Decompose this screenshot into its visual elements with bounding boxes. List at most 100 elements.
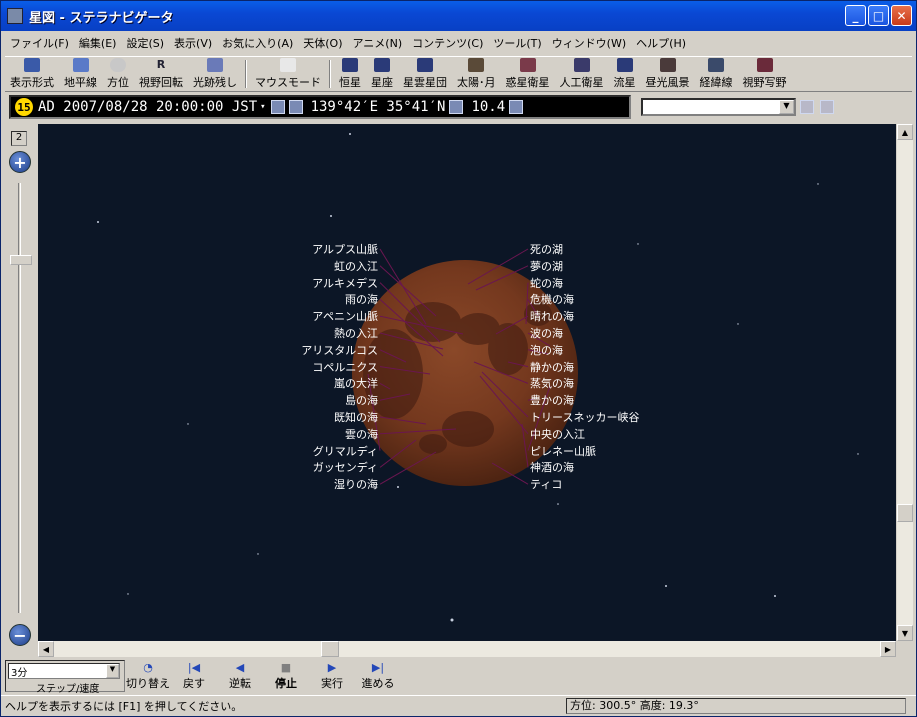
menu-animation[interactable]: アニメ(N) xyxy=(348,35,408,51)
moon-label-left-1[interactable]: 虹の入江 xyxy=(334,260,378,273)
fov-icon xyxy=(756,58,773,72)
moon-label-left-5[interactable]: 熱の入江 xyxy=(334,327,378,340)
scroll-up-icon[interactable]: ▲ xyxy=(897,124,913,140)
moon-label-right-11[interactable]: 中央の入江 xyxy=(530,428,585,441)
grid-button[interactable]: 経緯線 xyxy=(695,57,738,91)
reverse-button[interactable]: ◀ 逆転 xyxy=(217,661,263,691)
view-icon[interactable] xyxy=(449,100,464,114)
menu-settings[interactable]: 設定(S) xyxy=(121,35,169,51)
scroll-down-icon[interactable]: ▼ xyxy=(897,625,913,641)
moon-label-right-4[interactable]: 晴れの海 xyxy=(530,310,574,323)
moon-label-right-14[interactable]: ティコ xyxy=(530,478,562,491)
jump-icon[interactable] xyxy=(820,100,834,114)
moon-label-left-13[interactable]: ガッセンディ xyxy=(313,461,378,474)
moon-label-left-11[interactable]: 雲の海 xyxy=(345,428,378,441)
moon-label-right-7[interactable]: 静かの海 xyxy=(530,361,574,374)
zoom-display[interactable]: 10.4 xyxy=(471,99,505,115)
search-icon[interactable] xyxy=(800,100,814,114)
menu-favorites[interactable]: お気に入り(A) xyxy=(217,35,298,51)
menu-edit[interactable]: 編集(E) xyxy=(74,35,122,51)
nebulae-button[interactable]: 星雲星団 xyxy=(398,57,452,91)
moon-label-left-4[interactable]: アペニン山脈 xyxy=(312,310,378,323)
moon-label-left-7[interactable]: コペルニクス xyxy=(312,361,378,374)
moon-label-right-3[interactable]: 危機の海 xyxy=(530,293,574,306)
stars-button[interactable]: 恒星 xyxy=(334,57,366,91)
sky-chart-view[interactable]: アルプス山脈虹の入江アルキメデス雨の海アペニン山脈熱の入江アリスタルコスコペルニ… xyxy=(38,124,896,641)
menu-window[interactable]: ウィンドウ(W) xyxy=(547,35,631,51)
datetime-display[interactable]: AD 2007/08/28 20:00:00 JST xyxy=(38,99,257,115)
display-mode-button[interactable]: 表示形式 xyxy=(5,57,59,91)
moon-label-left-2[interactable]: アルキメデス xyxy=(312,277,378,290)
moon-label-left-9[interactable]: 島の海 xyxy=(345,394,378,407)
vertical-scroll-thumb[interactable] xyxy=(897,504,913,522)
star xyxy=(557,503,559,505)
moon-label-right-9[interactable]: 豊かの海 xyxy=(530,394,574,407)
horizon-button[interactable]: 地平線 xyxy=(59,57,102,91)
moon-label-left-14[interactable]: 湿りの海 xyxy=(334,478,378,491)
chevron-down-icon[interactable]: ▼ xyxy=(779,100,794,114)
run-button[interactable]: ▶ 実行 xyxy=(309,661,355,691)
status-position: 方位: 300.5° 高度: 19.3° xyxy=(566,698,906,714)
globe-icon[interactable] xyxy=(288,100,303,114)
stop-button[interactable]: ■ 停止 xyxy=(263,661,309,691)
menu-objects[interactable]: 天体(O) xyxy=(298,35,347,51)
zoom-out-icon[interactable]: − xyxy=(9,624,31,646)
direction-button[interactable]: 方位 xyxy=(102,57,134,91)
vertical-scrollbar[interactable]: ▲ ▼ xyxy=(896,124,913,641)
zoom-track[interactable] xyxy=(18,183,21,613)
fov-button[interactable]: 視野写野 xyxy=(738,57,792,91)
moon-label-right-0[interactable]: 死の湖 xyxy=(530,243,563,256)
satellites-button[interactable]: 人工衛星 xyxy=(555,57,609,91)
menu-file[interactable]: ファイル(F) xyxy=(5,35,74,51)
menu-view[interactable]: 表示(V) xyxy=(169,35,217,51)
moon-label-right-10[interactable]: トリースネッカー峡谷 xyxy=(530,411,639,424)
planets-button[interactable]: 惑星衛星 xyxy=(501,57,555,91)
menu-help[interactable]: ヘルプ(H) xyxy=(631,35,691,51)
moon-label-right-8[interactable]: 蒸気の海 xyxy=(530,377,574,390)
step-speed-select[interactable]: 3分 ▼ xyxy=(8,663,120,679)
title-bar[interactable]: 星図 - ステラナビゲータ _ □ ✕ xyxy=(1,1,916,31)
moon-label-left-3[interactable]: 雨の海 xyxy=(345,293,378,306)
moon-label-right-2[interactable]: 蛇の海 xyxy=(530,277,563,290)
moon-label-left-8[interactable]: 嵐の大洋 xyxy=(334,377,378,390)
moon-label-left-6[interactable]: アリスタルコス xyxy=(301,344,378,357)
moon-label-right-12[interactable]: ピレネー山脈 xyxy=(530,445,596,458)
close-button[interactable]: ✕ xyxy=(891,5,912,26)
horizontal-scrollbar[interactable]: ◀ ▶ xyxy=(38,641,896,657)
maximize-button[interactable]: □ xyxy=(868,5,889,26)
menu-tools[interactable]: ツール(T) xyxy=(488,35,546,51)
zoom-in-icon[interactable]: + xyxy=(9,151,31,173)
horizontal-scroll-thumb[interactable] xyxy=(321,641,339,657)
meteors-button[interactable]: 流星 xyxy=(609,57,641,91)
moon-label-right-1[interactable]: 夢の湖 xyxy=(530,260,563,273)
object-search-combo[interactable]: ▼ xyxy=(641,98,796,116)
sky-canvas xyxy=(97,133,859,622)
moon-label-left-10[interactable]: 既知の海 xyxy=(334,411,378,424)
constellations-button[interactable]: 星座 xyxy=(366,57,398,91)
scroll-left-icon[interactable]: ◀ xyxy=(38,641,54,657)
scenery-button[interactable]: 昼光風景 xyxy=(641,57,695,91)
moon-label-left-12[interactable]: グリマルディ xyxy=(313,445,378,458)
scroll-right-icon[interactable]: ▶ xyxy=(880,641,896,657)
forward-button[interactable]: ▶| 進める xyxy=(355,661,401,691)
moon-label-left-0[interactable]: アルプス山脈 xyxy=(312,243,378,256)
stop-icon: ■ xyxy=(280,661,292,674)
chevron-down-icon[interactable]: ▼ xyxy=(106,664,119,678)
moon-label-right-13[interactable]: 神酒の海 xyxy=(530,461,574,474)
mouse-mode-button[interactable]: マウスモード xyxy=(250,57,326,91)
clock-icon[interactable] xyxy=(270,100,285,114)
sun-moon-button[interactable]: 太陽･月 xyxy=(452,57,501,91)
location-display[interactable]: 139°42′E 35°41′N xyxy=(311,99,446,115)
dropdown-arrow-icon[interactable]: ▾ xyxy=(260,102,265,112)
switch-button[interactable]: ◔ 切り替え xyxy=(125,661,171,691)
moon-label-right-6[interactable]: 泡の海 xyxy=(530,344,563,357)
zoom-slider-thumb[interactable] xyxy=(10,255,32,265)
view-rotate-button[interactable]: R 視野回転 xyxy=(134,57,188,91)
app-icon[interactable] xyxy=(7,8,23,24)
moon-label-right-5[interactable]: 波の海 xyxy=(530,327,563,340)
menu-contents[interactable]: コンテンツ(C) xyxy=(407,35,488,51)
camera-icon[interactable] xyxy=(509,100,524,114)
trail-button[interactable]: 光跡残し xyxy=(188,57,242,91)
back-button[interactable]: |◀ 戻す xyxy=(171,661,217,691)
minimize-button[interactable]: _ xyxy=(845,5,866,26)
